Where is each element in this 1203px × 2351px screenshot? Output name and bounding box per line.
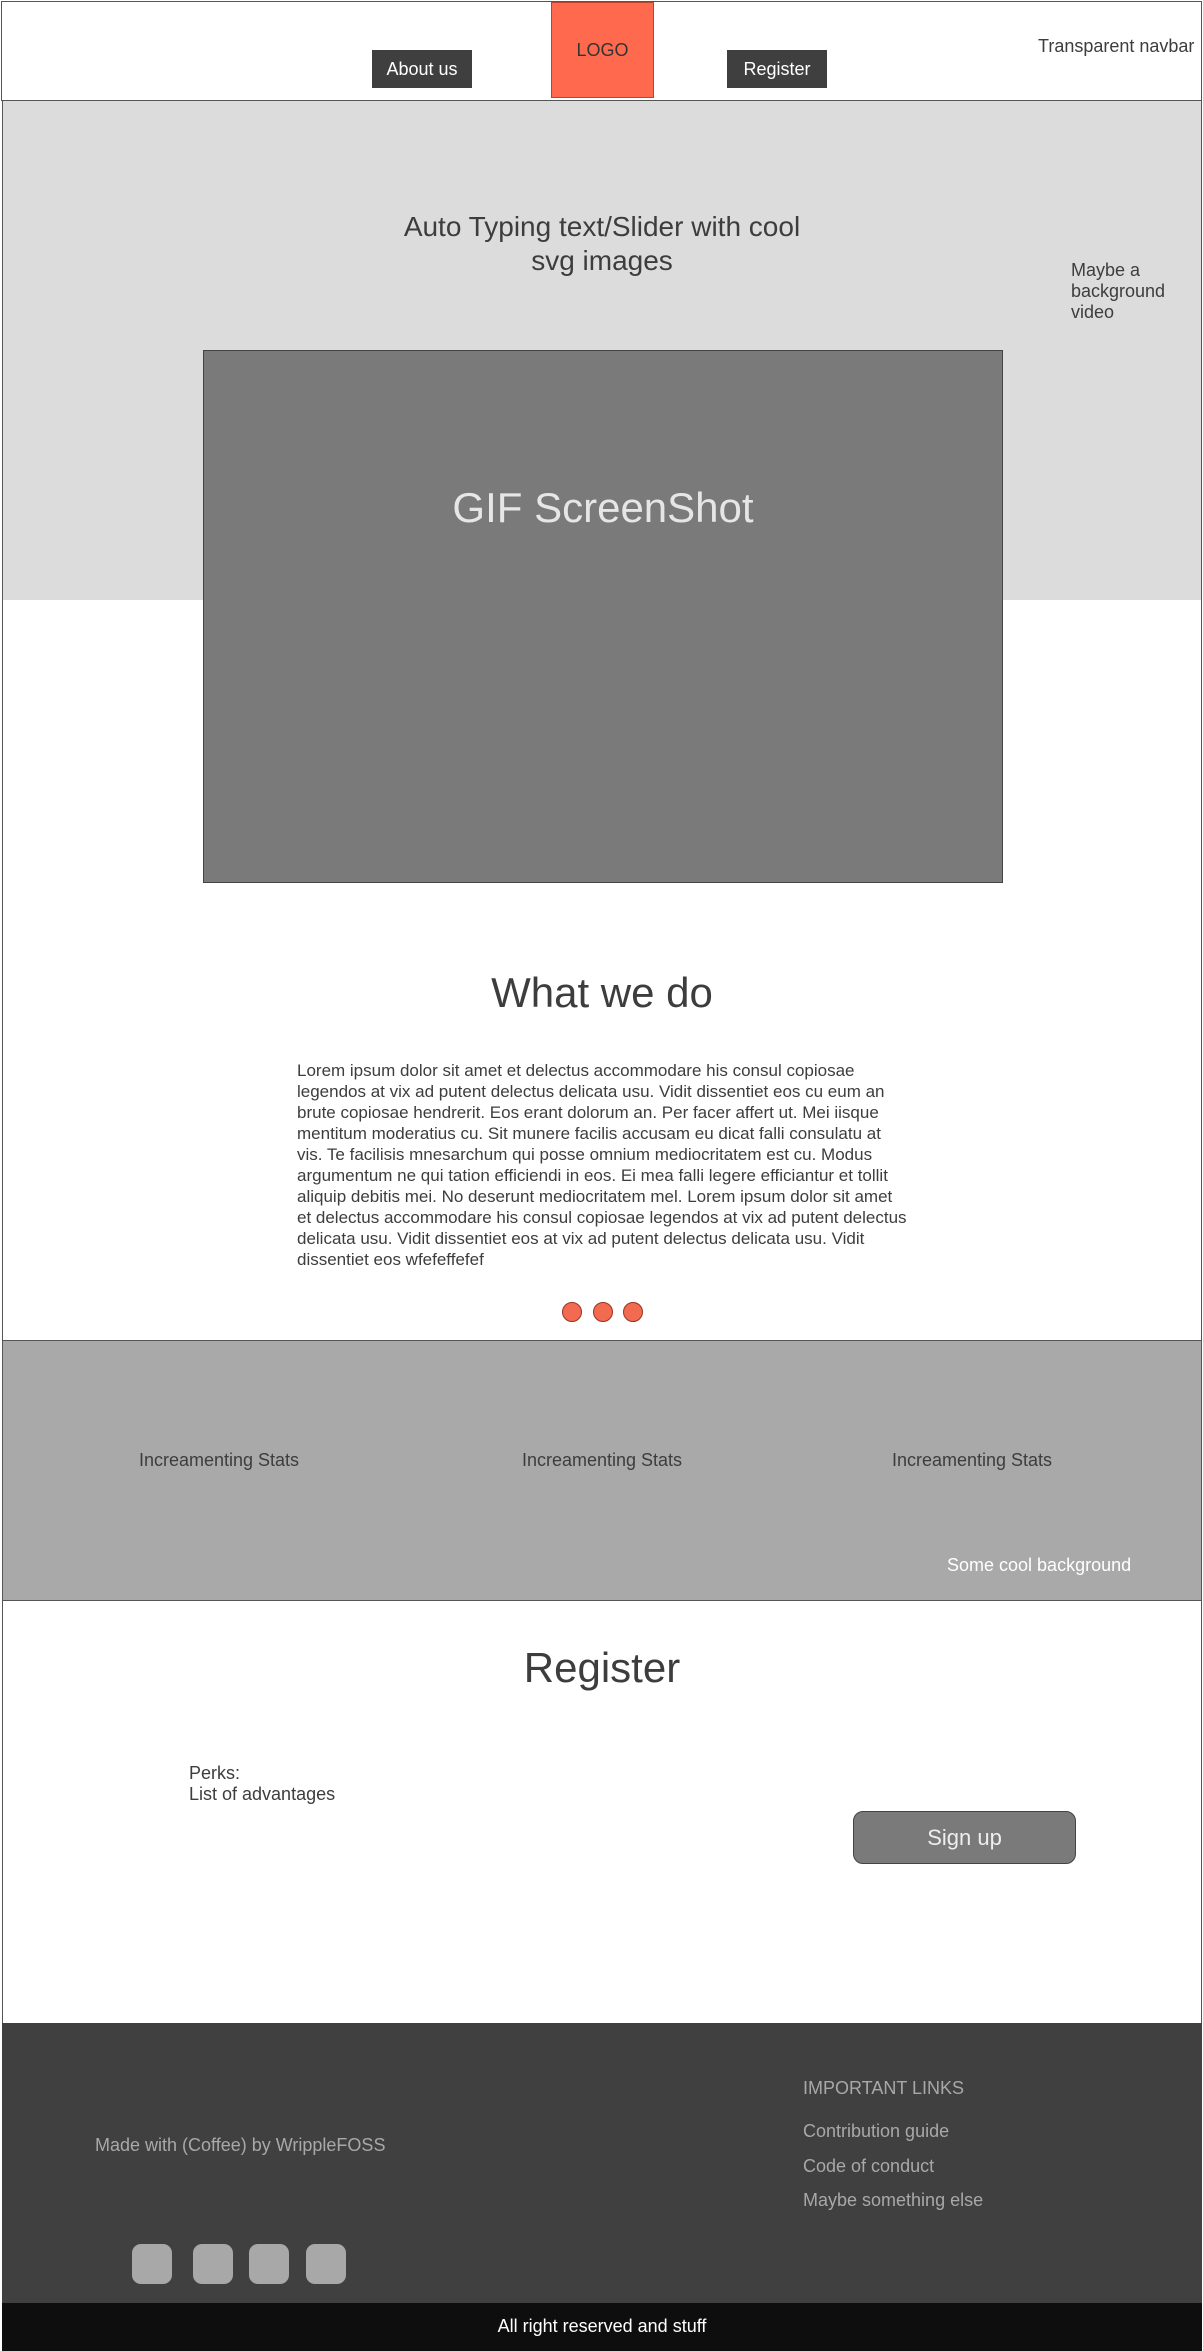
- gif-screenshot: [203, 350, 1003, 883]
- footer-link-contribution-guide[interactable]: Contribution guide: [803, 2121, 949, 2142]
- stat-item: Increamenting Stats: [891, 1450, 1053, 1470]
- footer: [2, 2023, 1202, 2303]
- footer-link-code-of-conduct[interactable]: Code of conduct: [803, 2156, 934, 2177]
- what-we-do-title: What we do: [491, 969, 713, 1016]
- stats-background-note: Some cool background: [947, 1555, 1132, 1575]
- carousel-dot-1[interactable]: [562, 1302, 582, 1322]
- sign-up-button[interactable]: Sign up: [853, 1811, 1076, 1864]
- hero-note: Maybe a background video: [1071, 260, 1166, 322]
- important-links-heading: IMPORTANT LINKS: [803, 2078, 965, 2098]
- perks-label: Perks:: [189, 1763, 241, 1783]
- stat-item: Increamenting Stats: [521, 1450, 683, 1470]
- navbar-note: Transparent navbar: [1038, 36, 1195, 56]
- hero-headline: Auto Typing text/Slider with cool svg im…: [403, 211, 801, 276]
- about-us-button[interactable]: About us: [372, 50, 472, 88]
- social-icon[interactable]: [249, 2244, 289, 2284]
- carousel-dot-2[interactable]: [593, 1302, 613, 1322]
- copyright-text: All right reserved and stuff: [497, 2316, 707, 2336]
- social-icon[interactable]: [193, 2244, 233, 2284]
- stat-item: Increamenting Stats: [138, 1450, 300, 1470]
- footer-link-something-else[interactable]: Maybe something else: [803, 2190, 983, 2211]
- perks-text: List of advantages: [189, 1784, 336, 1804]
- made-with-text: Made with (Coffee) by WrippleFOSS: [95, 2135, 386, 2155]
- register-title: Register: [523, 1644, 681, 1691]
- carousel-dot-3[interactable]: [623, 1302, 643, 1322]
- social-icon[interactable]: [132, 2244, 172, 2284]
- perks-block: Perks: List of advantages: [189, 1763, 335, 1805]
- social-icon[interactable]: [306, 2244, 346, 2284]
- gif-screenshot-label: GIF ScreenShot: [452, 484, 754, 531]
- register-nav-button[interactable]: Register: [727, 50, 827, 88]
- what-we-do-text: Lorem ipsum dolor sit amet et delectus a…: [297, 1061, 907, 1269]
- logo[interactable]: LOGO: [551, 2, 654, 98]
